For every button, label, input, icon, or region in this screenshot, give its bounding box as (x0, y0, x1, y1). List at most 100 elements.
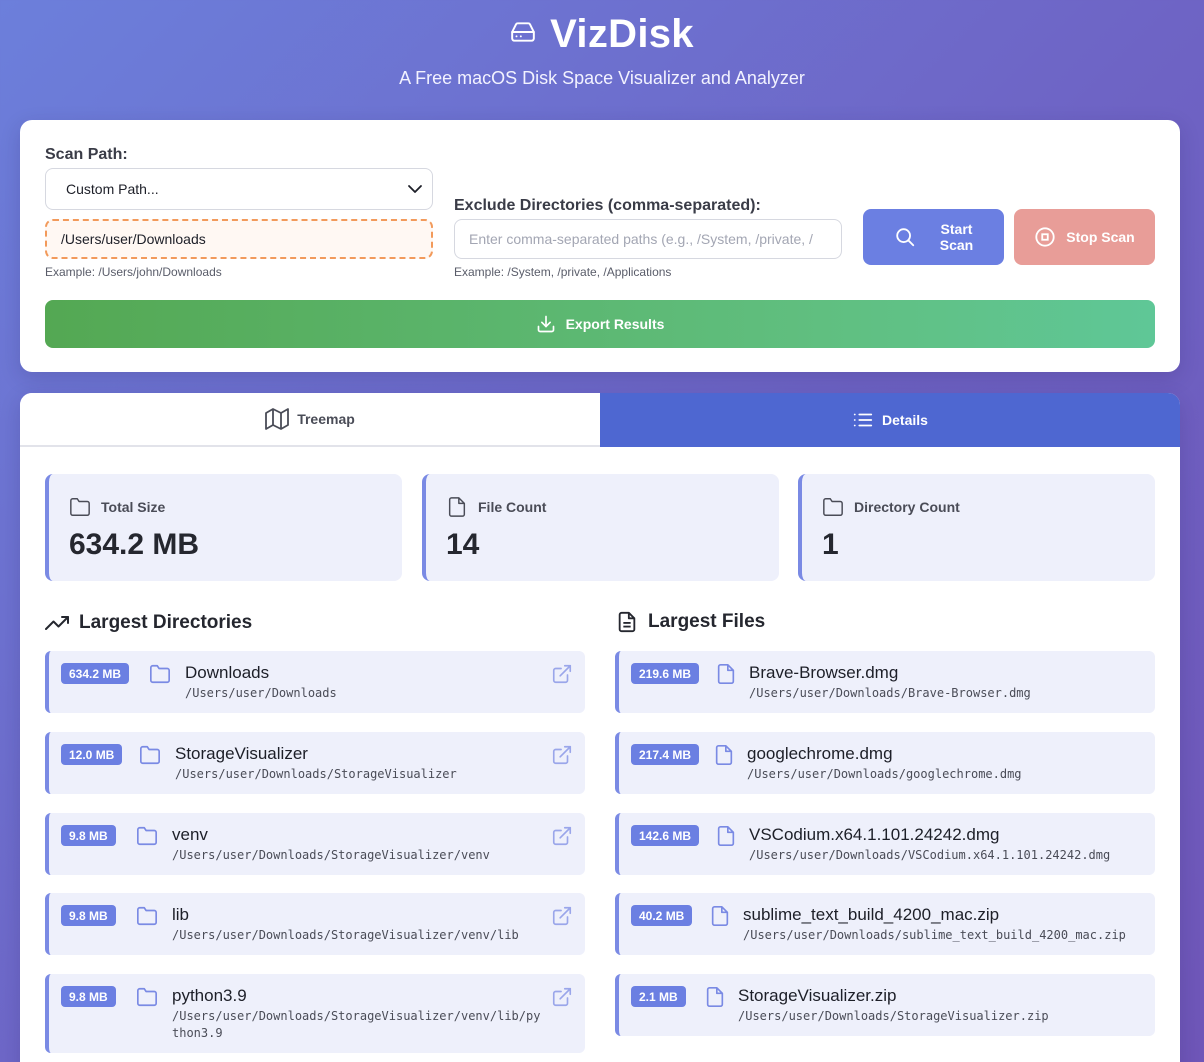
total-size-card: Total Size 634.2 MB (45, 474, 402, 581)
file-path: /Users/user/Downloads/Brave-Browser.dmg (749, 686, 1031, 700)
directory-count-card: Directory Count 1 (798, 474, 1155, 581)
start-scan-button[interactable]: Start Scan (863, 209, 1004, 265)
directory-name: lib (172, 905, 190, 924)
directory-name: python3.9 (172, 986, 247, 1005)
file-path: /Users/user/Downloads/VSCodium.x64.1.101… (749, 848, 1111, 862)
directory-count-label: Directory Count (854, 499, 960, 515)
size-badge: 9.8 MB (61, 986, 116, 1007)
external-link-icon[interactable] (551, 825, 573, 847)
total-size-value: 634.2 MB (69, 528, 200, 561)
folder-icon (150, 664, 170, 684)
file-path: /Users/user/Downloads/sublime_text_build… (743, 928, 1126, 942)
directory-path: /Users/user/Downloads/StorageVisualizer/… (172, 848, 490, 862)
directory-path: /Users/user/Downloads/StorageVisualizer/… (172, 928, 519, 942)
tab-treemap[interactable]: Treemap (20, 393, 600, 447)
folder-icon (137, 987, 157, 1007)
folder-icon (137, 906, 157, 926)
directory-path-line2: thon3.9 (172, 1026, 223, 1040)
tab-details[interactable]: Details (600, 393, 1180, 447)
stop-scan-label: Stop Scan (1066, 229, 1135, 245)
folder-icon (137, 826, 157, 846)
external-link-icon[interactable] (551, 744, 573, 766)
file-count-card: File Count 14 (422, 474, 779, 581)
size-badge: 634.2 MB (61, 663, 130, 684)
file-row[interactable]: 2.1 MB StorageVisualizer.zip /Users/user… (615, 974, 1155, 1036)
file-row[interactable]: 142.6 MB VSCodium.x64.1.101.24242.dmg /U… (615, 813, 1155, 875)
size-badge: 219.6 MB (631, 663, 700, 684)
trending-up-icon (45, 616, 69, 630)
file-row[interactable]: 219.6 MB Brave-Browser.dmg /Users/user/D… (615, 651, 1155, 713)
folder-icon (823, 498, 843, 516)
file-icon (706, 987, 724, 1007)
total-size-head: Total Size (69, 496, 165, 518)
app-subtitle: A Free macOS Disk Space Visualizer and A… (399, 68, 805, 88)
directory-count-value: 1 (822, 528, 839, 561)
size-badge: 9.8 MB (61, 825, 116, 846)
chevron-down-icon (408, 185, 422, 193)
directory-name: venv (172, 825, 208, 844)
file-icon (717, 664, 735, 684)
export-results-label: Export Results (565, 316, 665, 332)
file-icon (715, 745, 733, 765)
size-badge: 40.2 MB (631, 905, 693, 926)
download-icon (537, 315, 554, 333)
file-name: Brave-Browser.dmg (749, 663, 899, 682)
file-name: sublime_text_build_4200_mac.zip (743, 905, 1000, 924)
app-title: VizDisk (550, 12, 694, 56)
directory-path: /Users/user/Downloads (185, 686, 337, 700)
list-icon (853, 413, 873, 427)
custom-path-input[interactable]: /Users/user/Downloads (45, 219, 433, 259)
file-count-head: File Count (446, 496, 546, 518)
file-name: googlechrome.dmg (747, 744, 893, 763)
external-link-icon[interactable] (551, 986, 573, 1008)
directory-row[interactable]: 9.8 MB python3.9 /Users/user/Downloads/S… (45, 974, 585, 1053)
file-row[interactable]: 217.4 MB googlechrome.dmg /Users/user/Do… (615, 732, 1155, 794)
largest-files-title: Largest Files (616, 611, 765, 633)
size-badge: 217.4 MB (631, 744, 700, 765)
search-icon (896, 228, 914, 247)
directory-path: /Users/user/Downloads/StorageVisualizer/… (172, 1008, 540, 1042)
directory-count-head: Directory Count (822, 496, 960, 518)
file-name: VSCodium.x64.1.101.24242.dmg (749, 825, 1000, 844)
exclude-label: Exclude Directories (comma-separated): (454, 197, 761, 214)
stop-circle-icon (1035, 227, 1055, 247)
largest-directories-label: Largest Directories (79, 612, 253, 633)
external-link-icon[interactable] (551, 905, 573, 927)
export-results-button[interactable]: Export Results (45, 300, 1155, 348)
logo-row: VizDisk (0, 12, 1204, 57)
file-icon (717, 826, 735, 846)
file-count-label: File Count (478, 499, 547, 515)
size-badge: 2.1 MB (631, 986, 686, 1007)
file-path: /Users/user/Downloads/googlechrome.dmg (747, 767, 1022, 781)
directory-row[interactable]: 9.8 MB venv /Users/user/Downloads/Storag… (45, 813, 585, 875)
hard-drive-icon (510, 19, 536, 50)
directory-name: Downloads (185, 663, 270, 682)
exclude-directories-input[interactable]: Enter comma-separated paths (e.g., /Syst… (454, 219, 842, 259)
directory-row[interactable]: 9.8 MB lib /Users/user/Downloads/Storage… (45, 893, 585, 955)
size-badge: 12.0 MB (61, 744, 123, 765)
map-icon (265, 408, 290, 430)
directory-path-line1: /Users/user/Downloads/StorageVisualizer/… (172, 1009, 541, 1023)
largest-files-label: Largest Files (648, 611, 766, 632)
size-badge: 142.6 MB (631, 825, 700, 846)
folder-icon (140, 745, 160, 765)
directory-path: /Users/user/Downloads/StorageVisualizer (175, 767, 457, 781)
file-path: /Users/user/Downloads/StorageVisualizer.… (738, 1009, 1049, 1023)
directory-row[interactable]: 12.0 MB StorageVisualizer /Users/user/Do… (45, 732, 585, 794)
scan-path-hint: Example: /Users/john/Downloads (45, 265, 222, 279)
scan-path-label: Scan Path: (45, 146, 128, 163)
app-header: VizDisk A Free macOS Disk Space Visualiz… (0, 0, 1204, 120)
external-link-icon[interactable] (551, 663, 573, 685)
tab-treemap-label: Treemap (297, 411, 355, 427)
file-name: StorageVisualizer.zip (738, 986, 897, 1005)
stop-scan-button[interactable]: Stop Scan (1014, 209, 1155, 265)
tab-details-label: Details (882, 412, 928, 428)
scan-path-select[interactable]: Custom Path... (45, 168, 433, 210)
size-badge: 9.8 MB (61, 905, 116, 926)
directory-name: StorageVisualizer (175, 744, 308, 763)
results-panel: Treemap Details Total Size 634.2 MB File… (20, 393, 1180, 1062)
exclude-hint: Example: /System, /private, /Application… (454, 265, 672, 279)
file-row[interactable]: 40.2 MB sublime_text_build_4200_mac.zip … (615, 893, 1155, 955)
scan-path-select-value: Custom Path... (66, 181, 159, 197)
directory-row[interactable]: 634.2 MB Downloads /Users/user/Downloads (45, 651, 585, 713)
